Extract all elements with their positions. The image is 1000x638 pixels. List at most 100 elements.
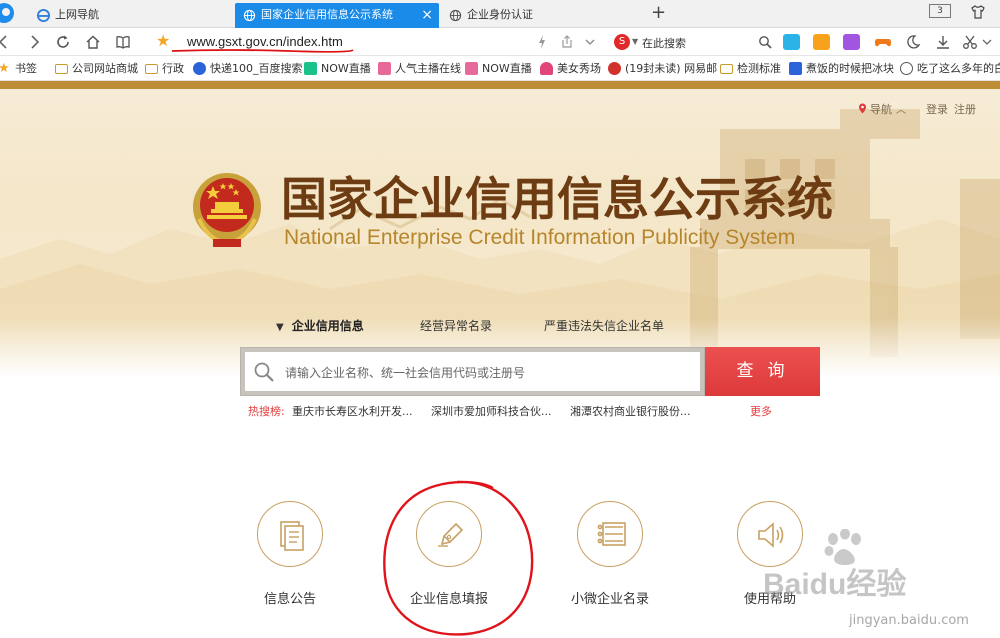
live-icon[interactable] <box>813 34 830 50</box>
search-icon <box>254 362 274 382</box>
close-tab-icon[interactable]: × <box>421 3 433 27</box>
login-link[interactable]: 登录 <box>926 103 948 116</box>
bookmark-label: 美女秀场 <box>557 62 601 75</box>
tab-identity[interactable]: 企业身份认证 <box>441 3 645 28</box>
translate-icon[interactable] <box>843 34 860 50</box>
feature-info-announcement[interactable]: 信息公告 <box>225 501 355 607</box>
bookmark-label: 公司网站商城 <box>72 62 138 75</box>
night-mode-moon-icon[interactable] <box>905 34 921 50</box>
avatar-icon <box>378 62 391 75</box>
bookmark-item[interactable]: NOW直播 <box>465 61 532 76</box>
search-icon[interactable] <box>758 35 772 49</box>
bookmark-item[interactable]: NOW直播 <box>304 61 371 76</box>
bookmark-item[interactable]: (19封未读) 网易邮 <box>608 61 717 76</box>
chevron-up-icon[interactable]: ︿ <box>896 105 906 116</box>
bookmark-item[interactable]: 美女秀场 <box>540 61 601 76</box>
bookmark-item[interactable]: 人气主播在线 <box>378 61 461 76</box>
tab-label: 上网导航 <box>55 8 99 21</box>
query-button[interactable]: 查询 <box>705 347 820 396</box>
gamepad-icon[interactable] <box>874 34 892 50</box>
back-icon[interactable] <box>0 34 12 50</box>
share-icon[interactable] <box>561 34 573 50</box>
bookmark-item[interactable]: 公司网站商城 <box>55 61 138 76</box>
now-icon <box>304 62 317 75</box>
bookmark-star-icon[interactable]: ★ <box>156 33 170 49</box>
ie-icon <box>37 9 50 22</box>
video-icon[interactable] <box>783 34 800 50</box>
browser-logo-icon <box>0 3 14 23</box>
bookmark-item-bookmarks[interactable]: ★ 书签 <box>0 61 37 76</box>
browser-tab-strip: 上网导航 国家企业信用信息公示系统 × 企业身份认证 + 3 <box>0 0 1000 28</box>
tab-enterprise-credit[interactable]: ▼ 企业信用信息 <box>276 317 364 334</box>
search-placeholder[interactable]: 在此搜索 <box>642 35 686 51</box>
folder-icon <box>145 64 158 74</box>
hot-search-item[interactable]: 湘潭农村商业银行股份... <box>570 403 691 419</box>
main-search-field[interactable]: 请输入企业名称、统一社会信用代码或注册号 <box>240 347 705 396</box>
bookmark-label: NOW直播 <box>482 62 532 75</box>
feature-label[interactable]: 企业信息填报 <box>384 588 514 607</box>
lightning-icon[interactable] <box>537 34 547 50</box>
site-nav-link[interactable]: 导航 <box>870 103 892 116</box>
site-title-en: National Enterprise Credit Information P… <box>284 226 796 249</box>
download-icon[interactable] <box>935 34 951 50</box>
bookmark-item[interactable]: 行政 <box>145 61 184 76</box>
chevron-down-icon[interactable] <box>585 34 595 50</box>
hot-search-item[interactable]: 深圳市爱加师科技合伙... <box>431 403 552 419</box>
chevron-down-icon[interactable] <box>982 34 992 50</box>
bookmarks-bar: ★ 书签 公司网站商城 行政 快递100_百度搜索 NOW直播 人气主播在线 N… <box>0 56 1000 81</box>
bookmark-item[interactable]: 煮饭的时候把冰块 <box>789 61 894 76</box>
feature-enterprise-report[interactable]: 企业信息填报 <box>384 501 514 607</box>
page-content: 导航 ︿ 登录 注册 国家企业信用信息公示系统 National Enterprise… <box>0 81 1000 638</box>
watermark-url: jingyan.baidu.com <box>849 613 969 628</box>
top-links: 导航 ︿ 登录 注册 <box>858 101 976 117</box>
bookmark-label: 行政 <box>162 62 184 75</box>
feature-help[interactable]: 使用帮助 <box>705 501 835 607</box>
more-hot-link[interactable]: 更多 <box>750 403 772 419</box>
folder-icon <box>720 64 733 74</box>
tab-label: 国家企业信用信息公示系统 <box>261 8 393 21</box>
main-search-placeholder: 请输入企业名称、统一社会信用代码或注册号 <box>285 366 526 380</box>
header-gold-strip <box>0 81 1000 89</box>
feature-label[interactable]: 信息公告 <box>225 588 355 607</box>
avatar-icon <box>465 62 478 75</box>
bookmark-label: 书签 <box>15 62 37 75</box>
bookmark-label: 检测标准 <box>737 62 781 75</box>
home-icon[interactable] <box>85 34 101 50</box>
globe-icon <box>900 62 913 75</box>
tab-gsxt[interactable]: 国家企业信用信息公示系统 × <box>235 3 439 28</box>
feature-small-enterprise-list[interactable]: 小微企业名录 <box>545 501 675 607</box>
bookmark-item[interactable]: 检测标准 <box>720 61 781 76</box>
bookmark-label: (19封未读) 网易邮 <box>625 62 718 75</box>
list-icon[interactable] <box>577 501 643 567</box>
reader-book-icon[interactable] <box>115 34 131 50</box>
bookmark-label: NOW直播 <box>321 62 371 75</box>
forward-icon[interactable] <box>26 34 42 50</box>
sogou-search-engine-icon[interactable]: S <box>614 34 630 50</box>
hot-search-item[interactable]: 重庆市长寿区水利开发... <box>292 403 413 419</box>
chevron-down-icon[interactable]: ▼ <box>632 37 638 46</box>
bookmark-item[interactable]: 快递100_百度搜索 <box>193 61 303 76</box>
register-link[interactable]: 注册 <box>954 103 976 116</box>
skin-shirt-icon[interactable] <box>970 4 986 20</box>
feature-label[interactable]: 使用帮助 <box>705 588 835 607</box>
url-text[interactable]: www.gsxt.gov.cn/index.htm <box>187 34 343 49</box>
bookmark-label: 人气主播在线 <box>395 62 461 75</box>
document-icon[interactable] <box>257 501 323 567</box>
tab-navigation[interactable]: 上网导航 <box>29 3 233 28</box>
pen-nib-icon[interactable] <box>416 501 482 567</box>
tab-abnormal-list[interactable]: 经营异常名录 <box>420 317 492 334</box>
bookmark-label: 吃了这么多年的白 <box>917 62 1000 75</box>
scissors-icon[interactable] <box>962 34 978 50</box>
hot-search-label: 热搜榜: <box>248 405 285 418</box>
main-search-input[interactable]: 请输入企业名称、统一社会信用代码或注册号 <box>245 352 700 391</box>
browser-search-box[interactable]: S ▼ 在此搜索 <box>614 32 776 52</box>
refresh-icon[interactable] <box>55 34 71 50</box>
speaker-icon[interactable] <box>737 501 803 567</box>
feature-label[interactable]: 小微企业名录 <box>545 588 675 607</box>
bookmark-item[interactable]: 吃了这么多年的白 <box>900 61 1000 76</box>
main-search-bar: 请输入企业名称、统一社会信用代码或注册号 查询 <box>240 347 820 396</box>
tab-blacklist[interactable]: 严重违法失信企业名单 <box>544 317 664 334</box>
tab-count-badge[interactable]: 3 <box>929 4 951 18</box>
tab-label: 企业身份认证 <box>467 8 533 21</box>
new-tab-button[interactable]: + <box>651 2 666 23</box>
